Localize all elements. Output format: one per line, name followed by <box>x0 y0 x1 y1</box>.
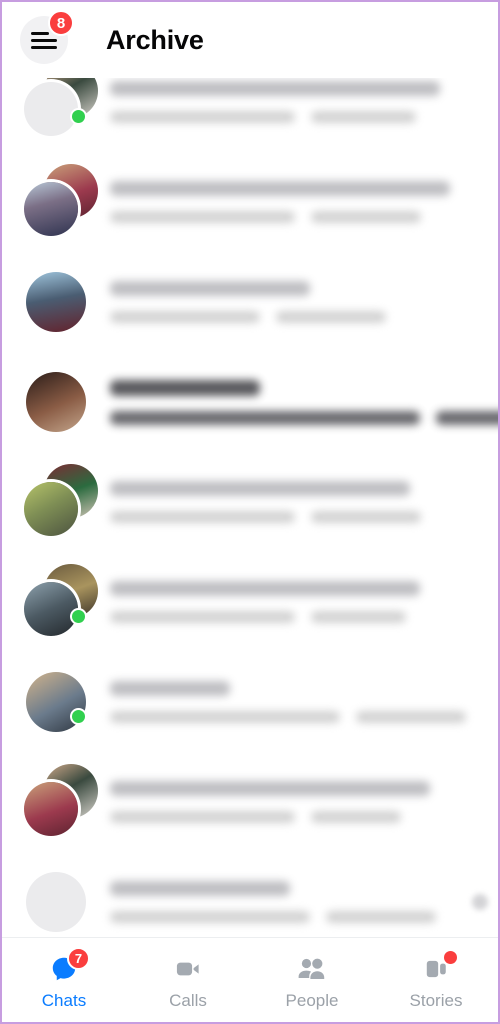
menu-badge: 8 <box>48 10 74 36</box>
chat-item-timestamp <box>326 911 436 923</box>
nav-label-people: People <box>285 991 339 1010</box>
chat-list-item[interactable] <box>2 652 498 752</box>
chat-item-text <box>110 781 498 823</box>
avatar-image-primary <box>26 272 86 332</box>
chat-item-snippet <box>110 311 260 323</box>
nav-item-people[interactable]: People <box>250 938 374 1022</box>
chat-item-text <box>110 181 498 223</box>
video-camera-icon <box>171 955 205 983</box>
chat-item-name <box>110 81 440 96</box>
chat-item-snippet <box>110 511 295 523</box>
nav-label-chats: Chats <box>41 991 87 1010</box>
chat-list-item[interactable] <box>2 252 498 352</box>
avatar[interactable] <box>24 464 110 538</box>
chat-item-snippet <box>110 611 295 623</box>
chat-item-subline <box>110 811 480 823</box>
chat-item-timestamp <box>311 211 421 223</box>
chat-item-text <box>110 881 498 923</box>
bottom-navigation-bar: 7 Chats Calls People Stories <box>2 937 498 1022</box>
chat-item-subline <box>110 211 480 223</box>
chat-list-item[interactable] <box>2 852 498 938</box>
avatar-image-primary <box>24 482 78 536</box>
chat-list-item[interactable] <box>2 752 498 852</box>
avatar[interactable] <box>24 764 110 838</box>
page-title: Archive <box>106 24 204 55</box>
chat-item-text <box>110 581 498 623</box>
chat-item-name <box>110 881 290 896</box>
chat-item-timestamp <box>276 311 386 323</box>
avatar[interactable] <box>24 564 110 638</box>
chat-item-timestamp <box>311 511 421 523</box>
chat-list-item[interactable] <box>2 452 498 552</box>
chat-item-timestamp <box>436 410 498 425</box>
chat-list-item[interactable] <box>2 78 498 152</box>
online-status-dot <box>70 608 87 625</box>
chat-item-subline <box>110 911 480 923</box>
chat-item-text <box>110 81 498 123</box>
chat-item-timestamp <box>311 811 401 823</box>
chat-item-snippet <box>110 410 420 425</box>
nav-item-stories[interactable]: Stories <box>374 938 498 1022</box>
chat-bubble-icon: 7 <box>47 947 90 983</box>
chat-item-timestamp <box>356 711 466 723</box>
avatar-image-primary <box>24 182 78 236</box>
chat-item-snippet <box>110 111 295 123</box>
chat-item-text <box>110 379 498 425</box>
avatar[interactable] <box>24 266 110 338</box>
nav-label-stories: Stories <box>409 991 463 1010</box>
message-status-icon <box>472 894 488 910</box>
chat-item-name <box>110 581 420 596</box>
avatar[interactable] <box>24 366 110 438</box>
chat-item-text <box>110 281 498 323</box>
chat-item-name <box>110 781 430 796</box>
avatar-image-primary <box>24 82 78 136</box>
nav-item-calls[interactable]: Calls <box>126 938 250 1022</box>
chat-list-item[interactable] <box>2 152 498 252</box>
chat-list-item[interactable] <box>2 352 498 452</box>
chat-item-text <box>110 681 498 723</box>
chat-item-snippet <box>110 911 310 923</box>
avatar[interactable] <box>24 866 110 938</box>
chat-item-name <box>110 681 230 696</box>
chat-item-name <box>110 281 310 296</box>
chats-badge: 7 <box>67 947 90 970</box>
chat-item-text <box>110 481 498 523</box>
stories-notification-dot <box>444 951 457 964</box>
nav-label-calls: Calls <box>169 991 207 1010</box>
online-status-dot <box>70 108 87 125</box>
chat-item-subline <box>110 511 480 523</box>
avatar-image-primary <box>26 372 86 432</box>
chat-item-name <box>110 379 260 396</box>
messenger-archive-screen: 8 Archive 7 Chats Calls People Stories <box>0 0 500 1024</box>
nav-item-chats[interactable]: 7 Chats <box>2 938 126 1022</box>
chat-item-subline <box>110 111 480 123</box>
avatar-image-primary <box>24 582 78 636</box>
chat-item-name <box>110 481 410 496</box>
avatar[interactable] <box>24 78 110 138</box>
online-status-dot <box>70 708 87 725</box>
chat-item-subline <box>110 410 498 425</box>
avatar-image-primary <box>24 782 78 836</box>
archive-chat-list[interactable] <box>2 78 498 938</box>
chat-list-item[interactable] <box>2 552 498 652</box>
avatar[interactable] <box>24 164 110 238</box>
chat-item-name <box>110 181 450 196</box>
people-icon <box>295 955 329 983</box>
hamburger-menu-button[interactable]: 8 <box>20 10 74 64</box>
chat-item-snippet <box>110 711 340 723</box>
avatar[interactable] <box>24 666 110 738</box>
avatar-image-primary <box>26 872 86 932</box>
chat-item-timestamp <box>311 611 406 623</box>
hamburger-menu-icon <box>31 32 57 49</box>
chat-item-subline <box>110 611 480 623</box>
app-header: 8 Archive <box>2 2 498 78</box>
chat-item-subline <box>110 711 480 723</box>
chat-item-snippet <box>110 211 295 223</box>
chat-item-timestamp <box>311 111 416 123</box>
chat-item-snippet <box>110 811 295 823</box>
stories-icon <box>419 951 457 983</box>
chat-item-subline <box>110 311 480 323</box>
